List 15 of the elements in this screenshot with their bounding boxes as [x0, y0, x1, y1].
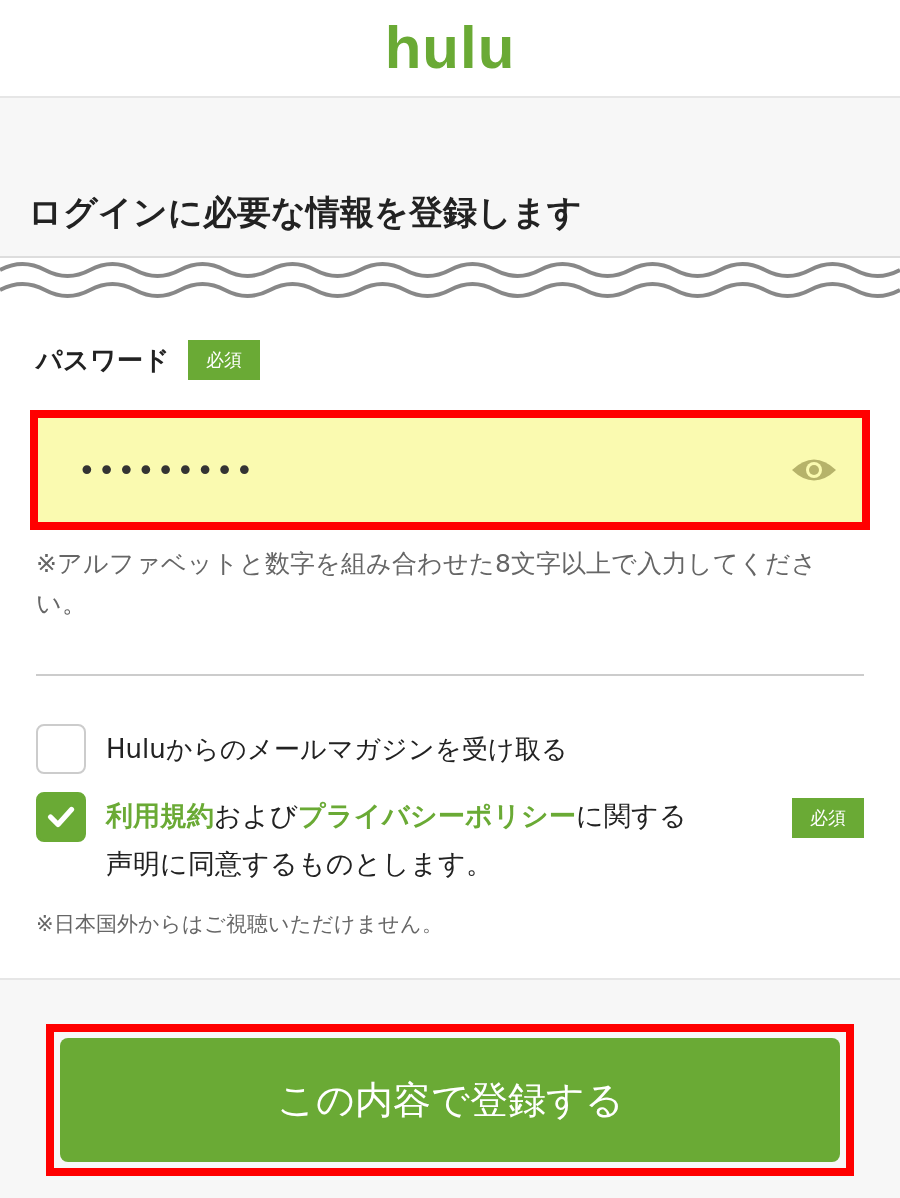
logo: hulu [384, 18, 516, 78]
required-badge: 必須 [188, 340, 260, 380]
required-badge: 必須 [792, 798, 864, 838]
terms-link[interactable]: 利用規約 [106, 800, 214, 831]
password-label: パスワード [36, 343, 170, 377]
password-hint: ※アルファベットと数字を組み合わせた8文字以上で入力してください。 [36, 548, 818, 620]
checkbox[interactable] [36, 724, 86, 774]
checkbox-label: Huluからのメールマガジンを受け取る [106, 733, 568, 766]
checkbox[interactable] [36, 792, 86, 842]
consent-text: 利用規約およびプライバシーポリシーに関する声明に同意するものとします。 [106, 799, 688, 881]
page-heading: ログインに必要な情報を登録します [28, 191, 582, 234]
terms-link[interactable]: プライバシーポリシー [298, 800, 576, 831]
region-note: ※日本国外からはご視聴いただけません。 [36, 911, 444, 938]
password-field[interactable]: ••••••••• [30, 410, 870, 530]
register-button[interactable]: この内容で登録する [60, 1038, 840, 1162]
